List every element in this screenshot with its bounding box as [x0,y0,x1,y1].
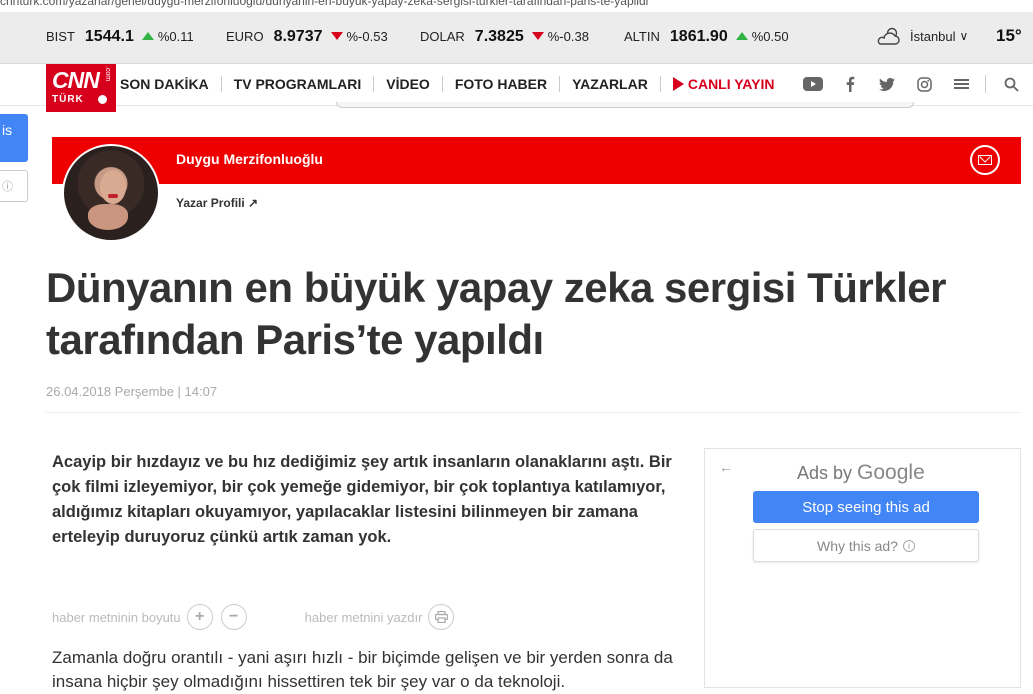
instagram-icon[interactable] [911,73,937,95]
nav-divider [985,75,986,93]
main-nav: CNN .com TÜRK SON DAKİKA TV PROGRAMLARI … [0,64,1033,112]
logo-dot [98,95,107,104]
avatar-hand [88,204,128,230]
weather-temperature: 15° [996,26,1022,45]
article-tools: haber metninin boyutu + − haber metnini … [52,604,462,630]
live-label: CANLI YAYIN [687,76,775,92]
ticker-value: 7.3825 [474,28,524,45]
mail-icon [978,155,992,165]
ads-by-text: Ads by [797,463,853,483]
divider [46,412,1021,413]
nav-item-tv-programlari[interactable]: TV PROGRAMLARI [222,76,375,92]
nav-menu: SON DAKİKA TV PROGRAMLARI VİDEO FOTO HAB… [120,76,786,92]
article-lead: Acayip bir hızdayız ve bu hız dediğimiz … [52,453,672,546]
nav-item-foto-haber[interactable]: FOTO HABER [443,76,561,92]
nav-dropdown-edge [336,102,914,108]
print-label: haber metnini yazdır [304,609,423,625]
print-button[interactable] [428,604,455,630]
market-ticker: BIST 1544.1 %0.11 EURO 8.9737 %-0.53 DOL… [0,12,1033,64]
arrow-up-icon [735,32,748,40]
ticker-value: 8.9737 [273,28,323,45]
decrease-font-button[interactable]: − [220,604,247,630]
url-text: cnnturk.com/yazarlar/genel/duygu-merzifo… [0,0,649,8]
menu-icon[interactable] [948,73,974,95]
left-ad-why-button-fragment[interactable]: ⓘ [0,170,28,202]
cloud-sun-icon [877,27,900,45]
ticker-name: BIST [46,29,75,44]
url-strip: cnnturk.com/yazarlar/genel/duygu-merzifo… [0,0,1033,12]
avatar-face [100,170,126,204]
avatar-lips [108,194,118,198]
why-this-ad-button[interactable]: Why this ad? i [753,529,979,562]
article-body: Zamanla doğru orantılı - yani aşırı hızl… [52,648,673,691]
arrow-down-icon [330,32,343,40]
youtube-icon[interactable] [800,73,826,95]
chevron-down-icon: ∨ [959,29,969,43]
ticker-name: ALTIN [624,29,660,44]
ticker-value: 1861.90 [669,28,728,45]
facebook-icon[interactable] [837,73,863,95]
stop-seeing-ad-button[interactable]: Stop seeing this ad [753,491,979,523]
weather-city: İstanbul [910,28,956,44]
ticker-item-euro[interactable]: EURO 8.9737 %-0.53 [226,28,388,46]
search-icon[interactable] [998,73,1024,95]
article-date: 26.04.2018 Perşembe | 14:07 [46,384,218,399]
author-name[interactable]: Duygu Merzifonluoğlu [176,151,323,167]
ticker-item-bist[interactable]: BIST 1544.1 %0.11 [46,28,194,46]
nav-item-canli-yayin[interactable]: CANLI YAYIN [661,76,787,92]
ticker-name: EURO [226,29,264,44]
cnn-turk-logo[interactable]: CNN .com TÜRK [46,64,116,112]
author-avatar[interactable] [62,144,160,242]
increase-font-button[interactable]: + [186,604,213,630]
ticker-change: %0.11 [157,29,194,44]
ticker-change: %-0.53 [346,29,388,44]
article-headline: Dünyanın en büyük yapay zeka sergisi Tür… [46,264,947,363]
printer-icon [434,611,448,623]
google-wordmark: Google [857,461,925,484]
logo-sub: TÜRK [52,94,84,105]
play-icon [672,77,684,91]
nav-item-yazarlar[interactable]: YAZARLAR [560,76,661,92]
logo-text: CNN [52,67,100,93]
logo-com: .com [104,65,112,82]
ticker-value: 1544.1 [84,28,134,45]
nav-item-video[interactable]: VİDEO [374,76,443,92]
font-size-label: haber metninin boyutu [52,609,181,625]
mail-button[interactable] [970,145,1000,175]
arrow-up-icon [141,32,154,40]
nav-item-son-dakika[interactable]: SON DAKİKA [120,76,222,92]
nav-icons [800,73,1033,95]
ads-by-google-label: Ads by Google [797,461,925,485]
arrow-down-icon [531,32,544,40]
weather-city-selector[interactable]: İstanbul ∨ [876,26,968,46]
ticker-item-dolar[interactable]: DOLAR 7.3825 %-0.38 [420,28,589,46]
ticker-name: DOLAR [420,29,465,44]
back-arrow-icon[interactable]: ← [719,459,733,475]
author-band: Duygu Merzifonluoğlu [52,137,1021,184]
why-this-ad-label: Why this ad? [817,537,898,554]
twitter-icon[interactable] [874,73,900,95]
left-ad-stop-button-fragment[interactable]: is [0,114,28,162]
ad-feedback-box: ← Ads by Google Stop seeing this ad Why … [704,448,1021,688]
ticker-change: %-0.38 [547,29,589,44]
info-icon: i [902,539,915,552]
ticker-item-altin[interactable]: ALTIN 1861.90 %0.50 [624,28,789,46]
author-profile-link[interactable]: Yazar Profili ↗ [176,196,258,210]
ticker-change: %0.50 [751,29,789,44]
